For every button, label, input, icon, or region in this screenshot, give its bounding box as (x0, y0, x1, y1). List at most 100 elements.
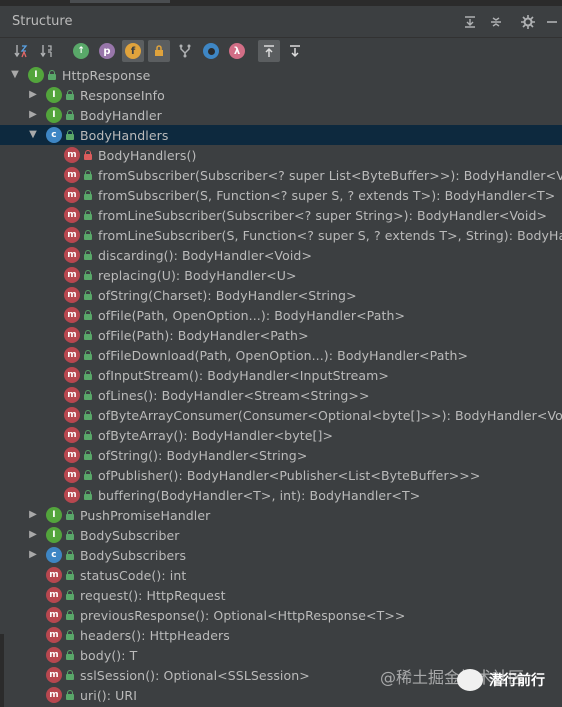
method-icon: m (64, 167, 80, 183)
tree-row-method[interactable]: m headers(): HttpHeaders (0, 625, 562, 645)
tree-row-method[interactable]: m ofFileDownload(Path, OpenOption...): Bo… (0, 345, 562, 365)
structure-tree[interactable]: ▼ I HttpResponse ▶ I ResponseInfo ▶ I BodyHandle… (0, 65, 562, 707)
tree-row-method[interactable]: m previousResponse(): Optional<HttpRespon… (0, 605, 562, 625)
collapse-arrow-icon[interactable]: ▶ (28, 90, 38, 100)
tree-row-class[interactable]: ▼ c BodyHandlers (0, 125, 562, 145)
public-lock-icon (84, 270, 92, 280)
tree-row-interface[interactable]: ▶ I ResponseInfo (0, 85, 562, 105)
minimize-icon[interactable] (542, 12, 562, 32)
tree-row-method[interactable]: m replacing(U): BodyHandler<U> (0, 265, 562, 285)
autoscroll-to-source-icon[interactable] (258, 40, 280, 62)
tree-row-label: replacing(U): BodyHandler<U> (98, 268, 297, 283)
method-icon: m (64, 467, 80, 483)
tree-row-method[interactable]: m fromSubscriber(Subscriber<? super List<… (0, 165, 562, 185)
collapse-arrow-icon[interactable]: ▶ (28, 110, 38, 120)
tree-row-label: request(): HttpRequest (80, 588, 226, 603)
interface-icon: I (46, 107, 62, 123)
brand-name: 潜行前行 (489, 673, 545, 689)
sort-alphabetically-icon[interactable] (36, 40, 58, 62)
show-non-public-icon[interactable] (148, 40, 170, 62)
expand-arrow-icon[interactable]: ▼ (28, 130, 38, 140)
show-inherited-icon[interactable]: ↑ (70, 40, 92, 62)
tree-row-method[interactable]: m fromLineSubscriber(Subscriber<? super S… (0, 205, 562, 225)
expand-arrow-icon[interactable]: ▼ (10, 70, 20, 80)
tree-row-interface[interactable]: ▶ I PushPromiseHandler (0, 505, 562, 525)
method-icon: m (64, 267, 80, 283)
method-icon: m (46, 627, 62, 643)
tree-row-label: PushPromiseHandler (80, 508, 211, 523)
method-icon: m (64, 207, 80, 223)
public-lock-icon (66, 130, 74, 140)
tree-row-interface[interactable]: ▶ I BodySubscriber (0, 525, 562, 545)
public-lock-icon (66, 610, 74, 620)
private-lock-icon (84, 150, 92, 160)
tree-row-method[interactable]: m ofLines(): BodyHandler<Stream<String>> (0, 385, 562, 405)
public-lock-icon (66, 650, 74, 660)
method-icon: m (64, 147, 80, 163)
method-icon: m (64, 367, 80, 383)
editor-tab-fragment (70, 0, 170, 3)
tree-row-method[interactable]: m body(): T (0, 645, 562, 665)
tree-row-method[interactable]: m ofFile(Path): BodyHandler<Path> (0, 325, 562, 345)
method-icon: m (64, 247, 80, 263)
show-anonymous-icon[interactable] (200, 40, 222, 62)
show-lambda-icon[interactable]: λ (226, 40, 248, 62)
tree-row-method[interactable]: m request(): HttpRequest (0, 585, 562, 605)
tree-row-method[interactable]: m BodyHandlers() (0, 145, 562, 165)
tree-row-label: ofString(): BodyHandler<String> (98, 448, 308, 463)
collapse-all-icon[interactable] (486, 12, 506, 32)
tree-row-method[interactable]: m buffering(BodyHandler<T>, int): BodyHan… (0, 485, 562, 505)
tree-row-label: ResponseInfo (80, 88, 165, 103)
tree-row-label: ofInputStream(): BodyHandler<InputStream… (98, 368, 389, 383)
method-icon: m (64, 407, 80, 423)
tree-row-label: BodySubscriber (80, 528, 180, 543)
public-lock-icon (66, 510, 74, 520)
show-lambdas-icon[interactable] (174, 40, 196, 62)
public-lock-icon (84, 470, 92, 480)
tree-row-method[interactable]: m ofInputStream(): BodyHandler<InputStrea… (0, 365, 562, 385)
method-icon: m (64, 327, 80, 343)
public-lock-icon (84, 450, 92, 460)
method-icon: m (46, 667, 62, 683)
tree-row-label: ofFile(Path, OpenOption...): BodyHandler… (98, 308, 406, 323)
public-lock-icon (48, 70, 56, 80)
tree-row-method[interactable]: m statusCode(): int (0, 565, 562, 585)
watermark-brand: 潜行前行 (457, 667, 557, 693)
tree-row-method[interactable]: m ofFile(Path, OpenOption...): BodyHandle… (0, 305, 562, 325)
interface-icon: I (46, 507, 62, 523)
tree-row-method[interactable]: m ofByteArrayConsumer(Consumer<Optional<b… (0, 405, 562, 425)
tree-row-class[interactable]: ▶ c BodySubscribers (0, 545, 562, 565)
public-lock-icon (66, 110, 74, 120)
sort-by-visibility-icon[interactable] (10, 40, 32, 62)
tree-row-method[interactable]: m discarding(): BodyHandler<Void> (0, 245, 562, 265)
public-lock-icon (66, 570, 74, 580)
tree-row-method[interactable]: m ofString(Charset): BodyHandler<String> (0, 285, 562, 305)
left-edge-strip (0, 634, 4, 707)
expand-all-icon[interactable] (460, 12, 480, 32)
tree-row-method[interactable]: m ofPublisher(): BodyHandler<Publisher<Li… (0, 465, 562, 485)
public-lock-icon (66, 550, 74, 560)
gear-icon[interactable] (518, 12, 538, 32)
collapse-arrow-icon[interactable]: ▶ (28, 550, 38, 560)
tree-row-method[interactable]: m ofByteArray(): BodyHandler<byte[]> (0, 425, 562, 445)
public-lock-icon (66, 590, 74, 600)
show-fields-icon[interactable]: f (122, 40, 144, 62)
tree-row-method[interactable]: m fromSubscriber(S, Function<? super S, ?… (0, 185, 562, 205)
method-icon: m (64, 347, 80, 363)
show-properties-icon[interactable]: p (96, 40, 118, 62)
class-icon: c (46, 127, 62, 143)
public-lock-icon (84, 350, 92, 360)
autoscroll-from-source-icon[interactable] (284, 40, 306, 62)
method-icon: m (64, 287, 80, 303)
tree-row-interface[interactable]: ▼ I HttpResponse (0, 65, 562, 85)
tree-row-method[interactable]: m fromLineSubscriber(S, Function<? super … (0, 225, 562, 245)
tree-row-label: BodySubscribers (80, 548, 187, 563)
collapse-arrow-icon[interactable]: ▶ (28, 530, 38, 540)
collapse-arrow-icon[interactable]: ▶ (28, 510, 38, 520)
public-lock-icon (84, 310, 92, 320)
tree-row-label: ofFileDownload(Path, OpenOption...): Bod… (98, 348, 469, 363)
tree-row-label: uri(): URI (80, 688, 137, 703)
tree-row-label: fromSubscriber(S, Function<? super S, ? … (98, 188, 556, 203)
tree-row-method[interactable]: m ofString(): BodyHandler<String> (0, 445, 562, 465)
tree-row-interface[interactable]: ▶ I BodyHandler (0, 105, 562, 125)
